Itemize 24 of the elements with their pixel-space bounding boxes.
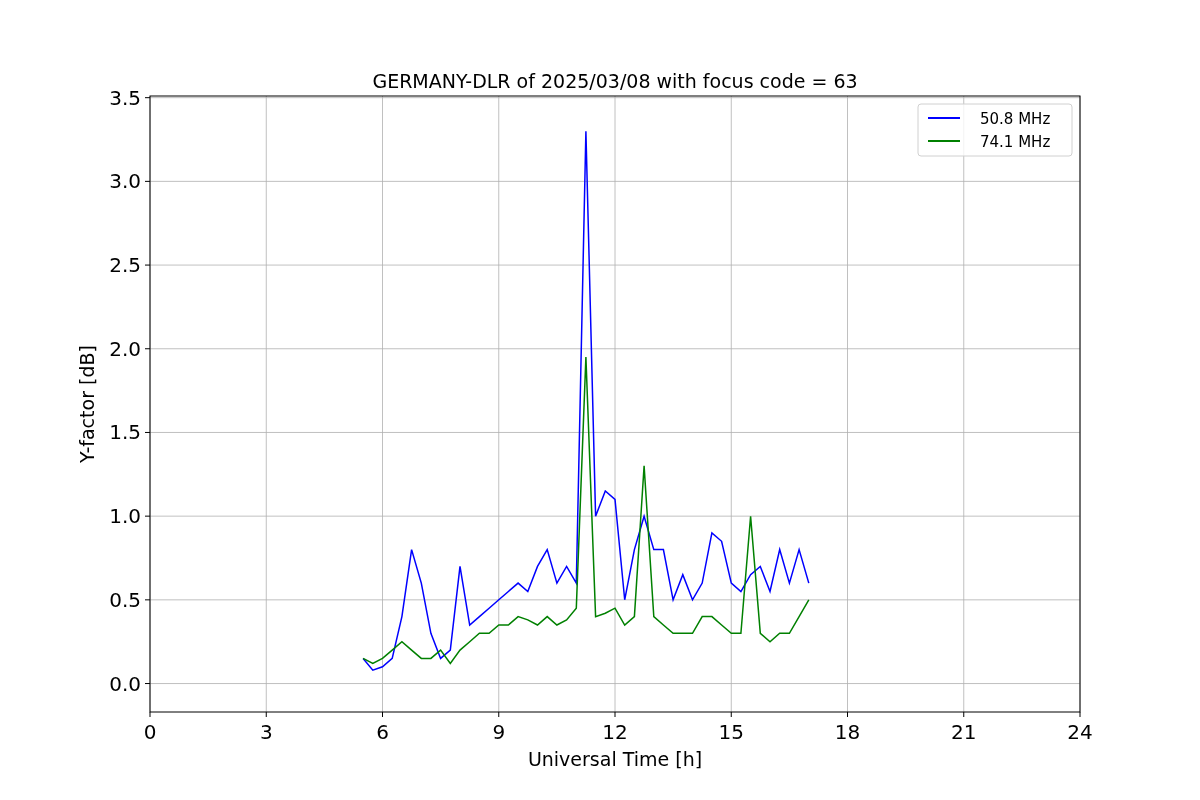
legend-line-icon (927, 140, 961, 142)
y-tick-label: 2.0 (109, 336, 141, 361)
y-tick-label: 0.5 (109, 587, 141, 612)
y-tick-label: 3.0 (109, 169, 141, 194)
x-axis-label: Universal Time [h] (527, 748, 703, 770)
y-tick-label: 3.5 (109, 85, 141, 110)
legend-label: 50.8 MHz (980, 110, 1051, 128)
x-tick-label: 18 (834, 720, 861, 744)
x-tick-label: 0 (143, 720, 157, 744)
y-tick-label: 1.0 (109, 504, 141, 529)
x-tick-label: 12 (602, 720, 628, 744)
y-tick-label: 1.5 (109, 420, 141, 445)
x-tick-label: 24 (1067, 720, 1093, 744)
y-tick-label: 0.0 (109, 671, 141, 696)
y-axis-label: Y-factor [dB] (76, 345, 98, 463)
x-tick-label: 21 (951, 720, 977, 744)
x-tick-label: 15 (718, 720, 744, 744)
y-tick-label: 2.5 (109, 253, 141, 278)
legend-label: 74.1 MHz (980, 133, 1051, 151)
x-tick-label: 9 (492, 720, 506, 744)
chart-title: GERMANY-DLR of 2025/03/08 with focus code = 63 (372, 70, 858, 92)
x-tick-label: 3 (259, 720, 273, 744)
x-tick-label: 6 (376, 720, 389, 744)
legend-line-icon (927, 117, 961, 119)
